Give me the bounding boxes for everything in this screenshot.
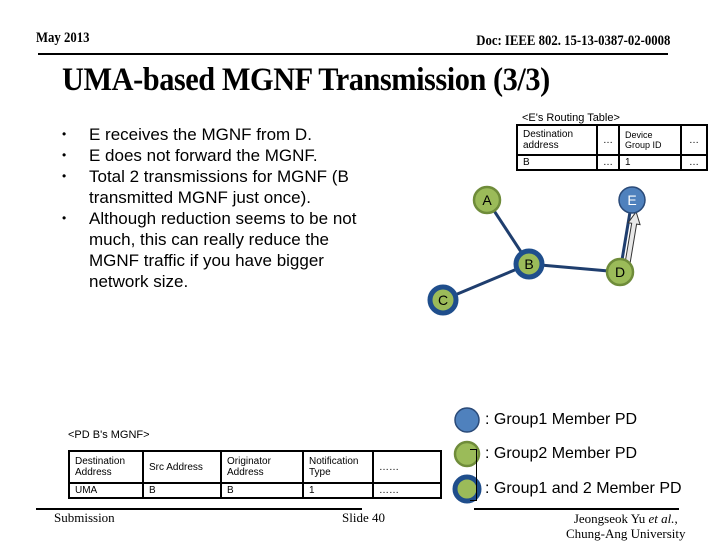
table-header-cell: Notification Type — [302, 450, 374, 484]
table-header-cell: Src Address — [142, 450, 222, 484]
node-label: D — [615, 264, 625, 280]
node-E: E — [618, 186, 646, 214]
table-header-cell: Destination Address — [68, 450, 144, 484]
table-header-cell: Originator Address — [220, 450, 304, 484]
table-cell: …… — [372, 482, 442, 499]
node-label: B — [524, 256, 533, 272]
table-cell: UMA — [68, 482, 144, 499]
footer-rule — [474, 508, 679, 510]
table-header-cell: …… — [372, 450, 442, 484]
node-A: A — [472, 185, 502, 215]
footer-submission: Submission — [54, 510, 115, 525]
legend-label-group1and2: : Group1 and 2 Member PD — [485, 480, 682, 497]
mgnf-table: Destination Address Src Address Originat… — [68, 450, 442, 499]
node-label: E — [627, 192, 636, 208]
network-links — [442, 199, 634, 302]
footer-slide-number: Slide 40 — [342, 510, 385, 525]
node-label: A — [482, 192, 492, 208]
legend-group1-icon — [454, 407, 480, 433]
table-row: UMA B B 1 …… — [68, 482, 442, 499]
node-C: C — [427, 284, 459, 316]
node-B: B — [513, 248, 545, 280]
mgnf-table-caption: <PD B's MGNF> — [68, 429, 150, 441]
legend-bracket — [470, 449, 477, 501]
table-cell: B — [220, 482, 304, 499]
table-cell: B — [142, 482, 222, 499]
footer-author: Jeongseok Yu et al., Chung-Ang Universit… — [566, 511, 686, 541]
node-label: C — [438, 292, 448, 308]
table-header-row: Destination Address Src Address Originat… — [68, 450, 442, 484]
node-D: D — [605, 257, 635, 287]
legend-label-group2: : Group2 Member PD — [485, 445, 638, 462]
legend-label-group1: : Group1 Member PD — [485, 411, 638, 428]
network-nodes: A B C D E — [427, 185, 646, 316]
table-cell: 1 — [302, 482, 374, 499]
